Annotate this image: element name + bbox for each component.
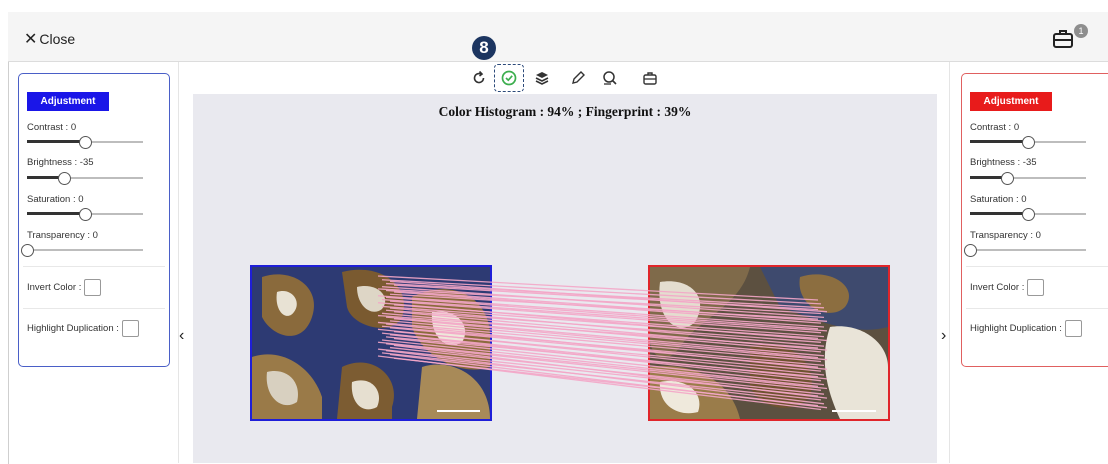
- brightness-label: Brightness : -35: [27, 157, 94, 168]
- brightness-slider[interactable]: [27, 172, 143, 185]
- draw-button[interactable]: [568, 68, 588, 88]
- layers-icon: [535, 72, 549, 85]
- search-chat-icon: [603, 71, 617, 85]
- divider: [23, 308, 165, 309]
- slider-thumb[interactable]: [79, 136, 92, 149]
- highlight-duplication-checkbox[interactable]: [1064, 320, 1082, 337]
- saturation-slider[interactable]: [27, 208, 143, 221]
- right-image[interactable]: [648, 265, 890, 421]
- check-match-button[interactable]: [494, 64, 524, 92]
- toolkit-button[interactable]: [640, 68, 660, 88]
- adjustment-button[interactable]: Adjustment: [27, 92, 109, 111]
- close-label: Close: [39, 31, 76, 47]
- contrast-slider[interactable]: [27, 136, 143, 149]
- slider-thumb[interactable]: [1022, 136, 1035, 149]
- slider-thumb[interactable]: [79, 208, 92, 221]
- adjustment-button[interactable]: Adjustment: [970, 92, 1052, 111]
- invert-color-row: Invert Color :: [27, 279, 102, 296]
- slider-thumb[interactable]: [1022, 208, 1035, 221]
- tissue-image: [650, 267, 888, 419]
- transparency-label: Transparency : 0: [27, 230, 98, 241]
- contrast-label: Contrast : 0: [970, 122, 1020, 133]
- slider-thumb[interactable]: [58, 172, 72, 185]
- transparency-slider[interactable]: [21, 244, 143, 257]
- contrast-slider[interactable]: [970, 136, 1086, 149]
- left-adjustment-panel: Adjustment Contrast : 0 Brightness : -35…: [18, 73, 170, 367]
- toolbox-button[interactable]: 1: [1052, 24, 1092, 50]
- saturation-slider[interactable]: [970, 208, 1086, 221]
- slider-thumb[interactable]: [21, 244, 34, 257]
- invert-color-row: Invert Color :: [970, 279, 1045, 296]
- check-circle-icon: [501, 70, 517, 86]
- invert-color-label: Invert Color :: [27, 282, 82, 293]
- pencil-icon: [572, 71, 585, 84]
- notification-badge: 1: [1074, 24, 1088, 38]
- saturation-label: Saturation : 0: [27, 194, 84, 205]
- invert-color-label: Invert Color :: [970, 282, 1025, 293]
- transparency-slider[interactable]: [964, 244, 1086, 257]
- step-number-badge: 8: [472, 36, 496, 60]
- highlight-duplication-label: Highlight Duplication :: [970, 323, 1062, 334]
- layers-button[interactable]: [532, 68, 552, 88]
- previous-button[interactable]: ‹: [179, 327, 184, 345]
- close-icon: ✕: [24, 31, 38, 48]
- highlight-duplication-checkbox[interactable]: [121, 320, 139, 337]
- tissue-image: [252, 267, 490, 419]
- header-bar: ✕ Close 1: [8, 12, 1108, 62]
- highlight-duplication-row: Highlight Duplication :: [27, 320, 139, 337]
- chevron-left-icon: ‹: [179, 327, 185, 344]
- chevron-right-icon: ›: [941, 327, 947, 344]
- similarity-result: Color Histogram : 94% ; Fingerprint : 39…: [438, 104, 692, 119]
- divider: [23, 266, 165, 267]
- invert-color-checkbox[interactable]: [1027, 279, 1045, 296]
- refresh-button[interactable]: [469, 68, 489, 88]
- saturation-label: Saturation : 0: [970, 194, 1027, 205]
- image-toolbar: [193, 62, 937, 94]
- brightness-slider[interactable]: [970, 172, 1086, 185]
- next-button[interactable]: ›: [941, 327, 946, 345]
- divider: [966, 266, 1108, 267]
- highlight-duplication-label: Highlight Duplication :: [27, 323, 119, 334]
- slider-thumb[interactable]: [964, 244, 977, 257]
- briefcase-icon: [643, 72, 657, 85]
- highlight-duplication-row: Highlight Duplication :: [970, 320, 1082, 337]
- briefcase-icon: [1053, 30, 1073, 48]
- close-button[interactable]: ✕ Close: [24, 29, 75, 49]
- refresh-icon: [473, 70, 485, 84]
- divider: [966, 308, 1108, 309]
- left-image[interactable]: [250, 265, 492, 421]
- brightness-label: Brightness : -35: [970, 157, 1037, 168]
- slider-thumb[interactable]: [1001, 172, 1015, 185]
- transparency-label: Transparency : 0: [970, 230, 1041, 241]
- right-adjustment-panel: Adjustment Contrast : 0 Brightness : -35…: [961, 73, 1108, 367]
- contrast-label: Contrast : 0: [27, 122, 77, 133]
- invert-color-checkbox[interactable]: [84, 279, 102, 296]
- search-button[interactable]: [600, 68, 620, 88]
